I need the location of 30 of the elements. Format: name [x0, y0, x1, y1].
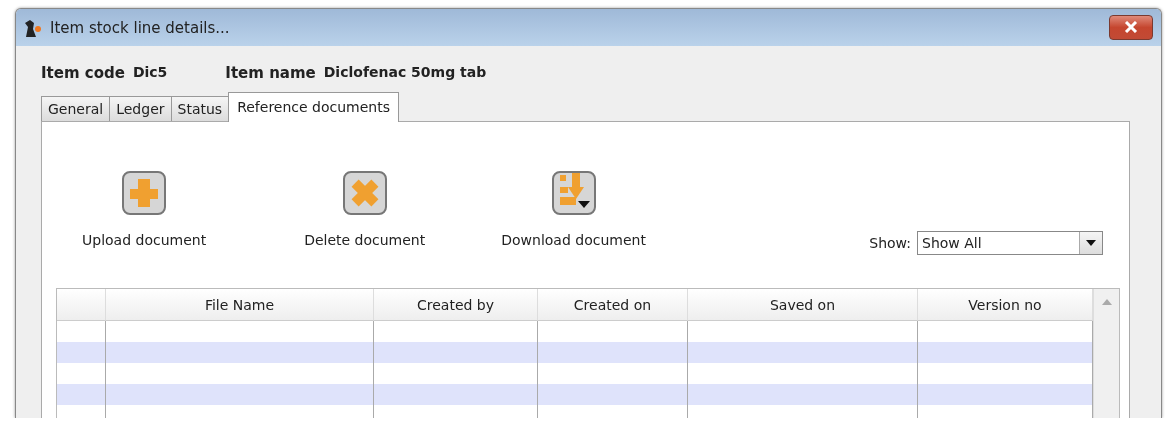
column-header[interactable]: Version no [918, 289, 1093, 321]
column-header[interactable] [57, 289, 106, 321]
column-header[interactable]: File Name [106, 289, 374, 321]
caret-icon [1086, 240, 1096, 246]
download-icon [550, 170, 597, 216]
delete-document-button[interactable]: Delete document [304, 170, 426, 248]
show-label: Show: [869, 235, 911, 251]
cross-icon [341, 170, 388, 216]
scrollbar[interactable] [1093, 289, 1119, 418]
column-header[interactable]: Created by [374, 289, 538, 321]
tab[interactable]: Reference documents [228, 92, 399, 122]
scroll-up-icon[interactable] [1101, 299, 1112, 305]
column-header[interactable]: Saved on [688, 289, 918, 321]
tab[interactable]: Ledger [109, 96, 172, 121]
download-document-button[interactable]: Download document [501, 170, 646, 248]
item-name-value: Diclofenac 50mg tab [323, 64, 487, 82]
item-name-label: Item name [225, 64, 316, 82]
plus-icon [121, 170, 168, 216]
window-title: Item stock line details... [50, 18, 231, 37]
table-cell [57, 384, 106, 405]
item-code-label: Item code [41, 64, 125, 82]
tab[interactable]: General [41, 96, 111, 121]
item-code-value: Dic5 [132, 64, 168, 82]
tab[interactable]: Status [170, 96, 230, 121]
column-header[interactable]: Created on [538, 289, 688, 321]
close-icon [1124, 21, 1138, 33]
table-cell [57, 342, 106, 363]
show-dropdown[interactable]: Show All [917, 231, 1103, 255]
close-button[interactable] [1109, 15, 1153, 40]
upload-document-button[interactable]: Upload document [82, 170, 207, 248]
